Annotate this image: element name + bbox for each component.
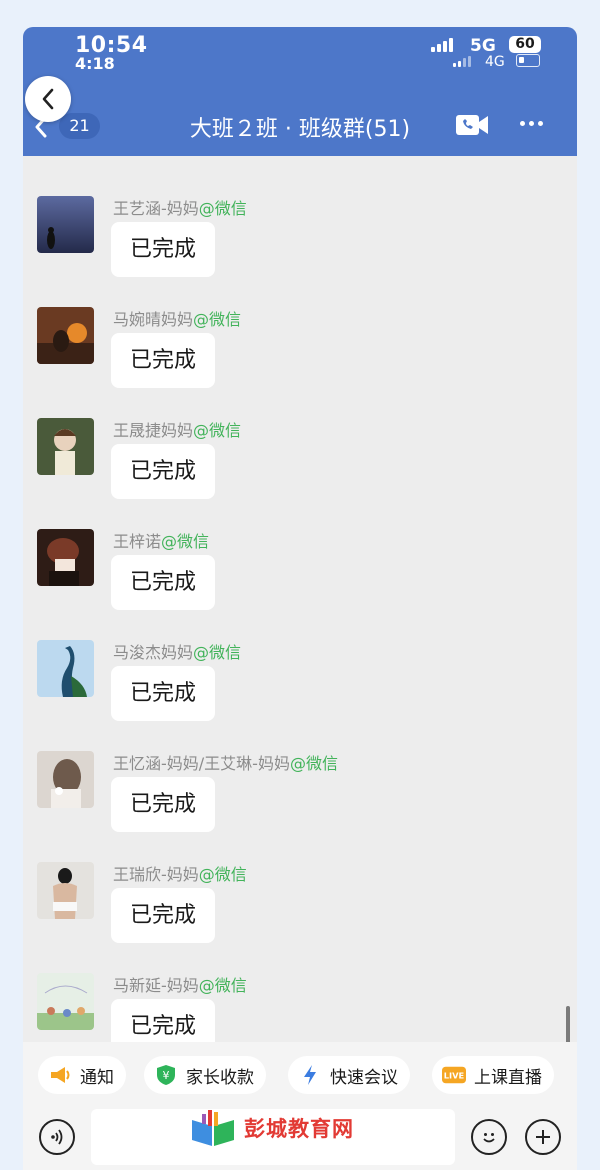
message-bubble[interactable]: 已完成	[111, 444, 215, 499]
message-item: 王忆涵-妈妈/王艾琳-妈妈@微信 已完成	[23, 744, 577, 855]
voice-icon[interactable]	[39, 1119, 75, 1155]
avatar[interactable]	[37, 640, 94, 697]
scrollbar[interactable]	[566, 1006, 570, 1042]
svg-text:¥: ¥	[163, 1069, 170, 1082]
network-type-secondary: 4G	[485, 54, 505, 70]
message-bubble[interactable]: 已完成	[111, 999, 215, 1042]
sender-name: 王晟捷妈妈@微信	[113, 421, 242, 440]
svg-text:LIVE: LIVE	[444, 1071, 465, 1081]
quick-action-label: 上课直播	[474, 1067, 542, 1088]
message-bubble[interactable]: 已完成	[111, 333, 215, 388]
sender-name: 马浚杰妈妈@微信	[113, 643, 242, 662]
quick-action-label: 通知	[80, 1067, 114, 1088]
live-icon: LIVE	[442, 1063, 466, 1087]
quick-action-live[interactable]: LIVE 上课直播	[432, 1056, 554, 1094]
message-item: 马浚杰妈妈@微信 已完成	[23, 633, 577, 744]
emoji-icon[interactable]	[471, 1119, 507, 1155]
avatar[interactable]	[37, 973, 94, 1030]
quick-action-notice[interactable]: 通知	[38, 1056, 126, 1094]
sender-name: 王艺涵-妈妈@微信	[113, 199, 247, 218]
avatar[interactable]	[37, 529, 94, 586]
message-item: 王瑞欣-妈妈@微信 已完成	[23, 855, 577, 966]
book-logo-icon	[192, 1110, 234, 1146]
watermark-text: 彭城教育网	[244, 1117, 354, 1141]
chat-screen: 10:54 4:18 5G 60 4G 21 大班２班 · 班级群(51) 王艺…	[23, 27, 577, 1170]
message-item: 王晟捷妈妈@微信 已完成	[23, 411, 577, 522]
quick-action-bar: 通知 ¥ 家长收款 快速会议 LIVE 上课直播	[23, 1042, 577, 1107]
avatar[interactable]	[37, 418, 94, 475]
signal-icon	[431, 38, 453, 52]
chat-header: 10:54 4:18 5G 60 4G 21 大班２班 · 班级群(51)	[23, 27, 577, 156]
sender-name: 马婉晴妈妈@微信	[113, 310, 242, 329]
megaphone-icon	[48, 1063, 72, 1087]
avatar[interactable]	[37, 307, 94, 364]
sender-name: 王忆涵-妈妈/王艾琳-妈妈@微信	[113, 754, 338, 773]
battery-secondary-icon	[516, 54, 540, 67]
signal-secondary-icon	[453, 56, 471, 67]
avatar[interactable]	[37, 196, 94, 253]
lightning-icon	[298, 1063, 322, 1087]
chevron-left-icon	[42, 88, 54, 110]
quick-action-meeting[interactable]: 快速会议	[288, 1056, 410, 1094]
sender-name: 马新延-妈妈@微信	[113, 976, 247, 995]
message-bubble[interactable]: 已完成	[111, 555, 215, 610]
battery-icon: 60	[509, 36, 541, 53]
chat-title: 大班２班 · 班级群(51)	[189, 117, 411, 142]
message-bubble[interactable]: 已完成	[111, 666, 215, 721]
message-bubble[interactable]: 已完成	[111, 777, 215, 832]
quick-action-payment[interactable]: ¥ 家长收款	[144, 1056, 266, 1094]
sender-name: 王梓诺@微信	[113, 532, 210, 551]
avatar[interactable]	[37, 751, 94, 808]
message-list[interactable]: 王艺涵-妈妈@微信 已完成 马婉晴妈妈@微信 已完成 王晟捷妈妈@微信 已完成 …	[23, 156, 577, 1042]
more-icon[interactable]	[520, 121, 543, 126]
quick-action-label: 家长收款	[186, 1067, 254, 1088]
watermark: 彭城教育网	[188, 1108, 354, 1148]
message-item: 马婉晴妈妈@微信 已完成	[23, 300, 577, 411]
message-bubble[interactable]: 已完成	[111, 888, 215, 943]
sender-name: 王瑞欣-妈妈@微信	[113, 865, 247, 884]
message-item: 马新延-妈妈@微信 已完成	[23, 966, 577, 1042]
message-item: 王艺涵-妈妈@微信 已完成	[23, 189, 577, 300]
plus-icon[interactable]	[525, 1119, 561, 1155]
message-item: 王梓诺@微信 已完成	[23, 522, 577, 633]
status-time-secondary: 4:18	[75, 54, 115, 73]
message-bubble[interactable]: 已完成	[111, 222, 215, 277]
video-call-icon[interactable]	[455, 113, 489, 141]
network-type: 5G	[470, 36, 496, 56]
payment-icon: ¥	[154, 1063, 178, 1087]
avatar[interactable]	[37, 862, 94, 919]
quick-action-label: 快速会议	[330, 1067, 398, 1088]
